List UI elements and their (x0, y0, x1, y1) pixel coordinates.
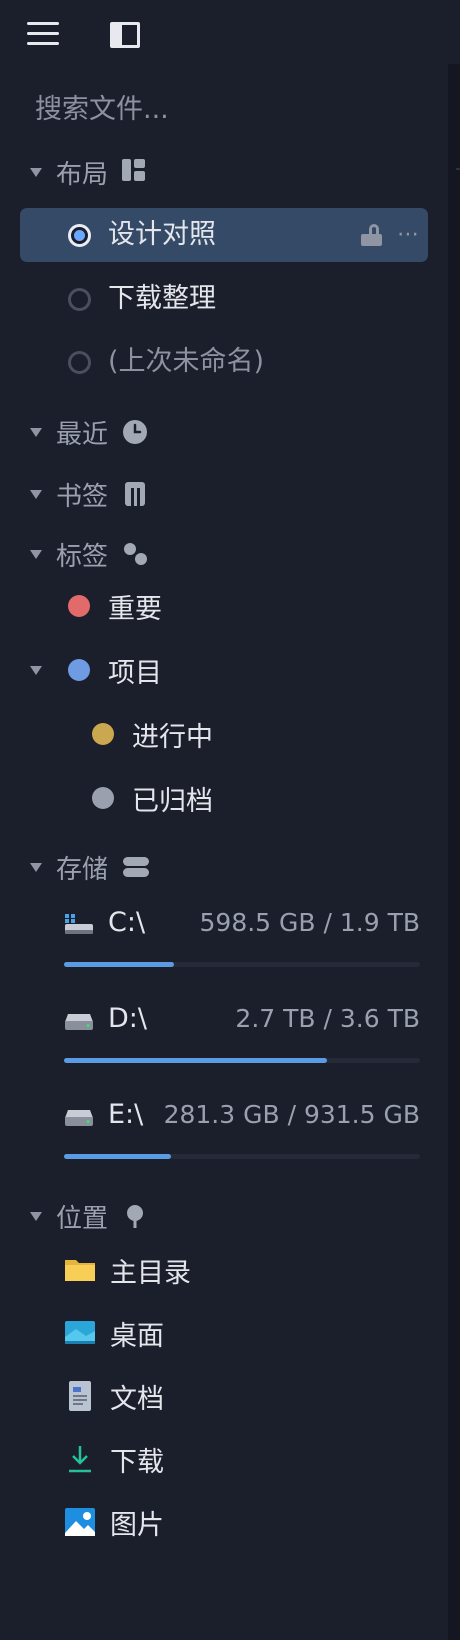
tag-item-archived[interactable]: 已归档 (92, 779, 213, 817)
layout-item-label: (上次未命名) (108, 346, 265, 377)
tag-color-dot (68, 595, 90, 617)
tag-label: 重要 (108, 593, 162, 625)
tags-icon (122, 541, 148, 567)
place-item-desktop[interactable]: 桌面 (64, 1313, 164, 1353)
section-places[interactable]: 位置 (30, 1197, 148, 1235)
clock-icon (122, 419, 148, 445)
tag-item-in-progress[interactable]: 进行中 (92, 715, 213, 753)
chevron-down-icon[interactable] (30, 168, 42, 177)
layout-item-label: 下载整理 (108, 283, 216, 314)
drive-usage: 2.7 TB / 3.6 TB (235, 1004, 420, 1033)
section-storage[interactable]: 存储 (30, 848, 150, 886)
drive-usage: 598.5 GB / 1.9 TB (199, 908, 420, 937)
section-bookmarks[interactable]: 书签 (30, 475, 148, 513)
section-places-title: 位置 (56, 1203, 109, 1234)
menu-icon[interactable] (27, 18, 61, 52)
layout-grid-icon (122, 159, 148, 185)
chevron-down-icon[interactable] (30, 490, 42, 499)
place-label: 主目录 (110, 1257, 191, 1289)
place-item-pictures[interactable]: 图片 (64, 1502, 164, 1542)
desktop-icon (64, 1317, 96, 1349)
search-input[interactable]: 搜索文件... (35, 91, 415, 129)
layout-item-design-compare[interactable]: 设计对照 ⋯ (20, 208, 428, 262)
chevron-down-icon[interactable] (30, 550, 42, 559)
sidebar-toggle-icon[interactable] (110, 22, 140, 48)
drive-icon (64, 1104, 94, 1128)
storage-icon (122, 854, 150, 880)
section-bookmarks-title: 书签 (56, 481, 109, 512)
drive-usage-bar (64, 1058, 420, 1063)
drive-name: C:\ (108, 907, 146, 938)
layout-item-download-organize[interactable]: 下载整理 (20, 272, 428, 326)
radio-empty-icon[interactable] (68, 351, 91, 374)
tag-item-important[interactable]: 重要 (68, 587, 162, 625)
content-pane-edge (448, 64, 460, 1640)
place-label: 桌面 (110, 1320, 164, 1352)
tag-label: 进行中 (132, 721, 213, 753)
folder-icon (64, 1254, 96, 1286)
section-layout-title: 布局 (56, 159, 109, 190)
section-layout[interactable]: 布局 (30, 153, 148, 191)
drive-item-d[interactable]: D:\ 2.7 TB / 3.6 TB (64, 998, 420, 1080)
more-options-icon[interactable]: ⋯ (397, 224, 420, 246)
section-recent[interactable]: 最近 (30, 413, 148, 451)
drive-usage-fill (64, 1154, 171, 1159)
system-drive-icon (64, 912, 94, 936)
radio-selected-icon[interactable] (68, 224, 91, 247)
pictures-icon (64, 1506, 96, 1538)
layout-item-label: 设计对照 (108, 219, 216, 250)
place-label: 图片 (110, 1509, 164, 1541)
radio-empty-icon[interactable] (68, 288, 91, 311)
drive-usage-fill (64, 1058, 328, 1063)
place-label: 文档 (110, 1383, 164, 1415)
place-label: 下载 (110, 1446, 164, 1478)
place-item-home[interactable]: 主目录 (64, 1250, 191, 1290)
section-storage-title: 存储 (56, 854, 109, 885)
drive-usage-fill (64, 962, 175, 967)
chevron-down-icon[interactable] (30, 1212, 42, 1221)
document-icon (64, 1380, 96, 1412)
file-manager-sidebar: 搜索文件... 布局 设计对照 ⋯ 下载整理 (上次未命名) 最近 书签 标签 … (0, 0, 460, 1640)
pin-icon (122, 1203, 148, 1229)
tag-color-dot (92, 723, 114, 745)
drive-item-e[interactable]: E:\ 281.3 GB / 931.5 GB (64, 1094, 420, 1176)
tag-label: 已归档 (132, 785, 213, 817)
drive-usage-bar (64, 1154, 420, 1159)
place-item-downloads[interactable]: 下载 (64, 1439, 164, 1479)
chevron-down-icon[interactable] (30, 666, 42, 675)
tag-item-project[interactable]: 项目 (30, 651, 162, 689)
content-pane-divider (456, 168, 460, 170)
section-tags-title: 标签 (56, 541, 109, 572)
layout-item-last-unnamed[interactable]: (上次未命名) (20, 335, 428, 389)
drive-name: E:\ (108, 1099, 144, 1130)
section-recent-title: 最近 (56, 419, 109, 450)
drive-usage-bar (64, 962, 420, 967)
download-icon (64, 1443, 96, 1475)
place-item-documents[interactable]: 文档 (64, 1376, 164, 1416)
drive-item-c[interactable]: C:\ 598.5 GB / 1.9 TB (64, 902, 420, 984)
drive-icon (64, 1008, 94, 1032)
tag-color-dot (92, 787, 114, 809)
drive-usage: 281.3 GB / 931.5 GB (163, 1100, 420, 1129)
drive-name: D:\ (108, 1003, 147, 1034)
bookmark-icon (122, 481, 148, 507)
chevron-down-icon[interactable] (30, 428, 42, 437)
unlock-icon[interactable] (361, 224, 383, 246)
chevron-down-icon[interactable] (30, 863, 42, 872)
section-tags[interactable]: 标签 (30, 535, 148, 573)
tag-color-dot (68, 659, 90, 681)
tag-label: 项目 (108, 657, 162, 689)
